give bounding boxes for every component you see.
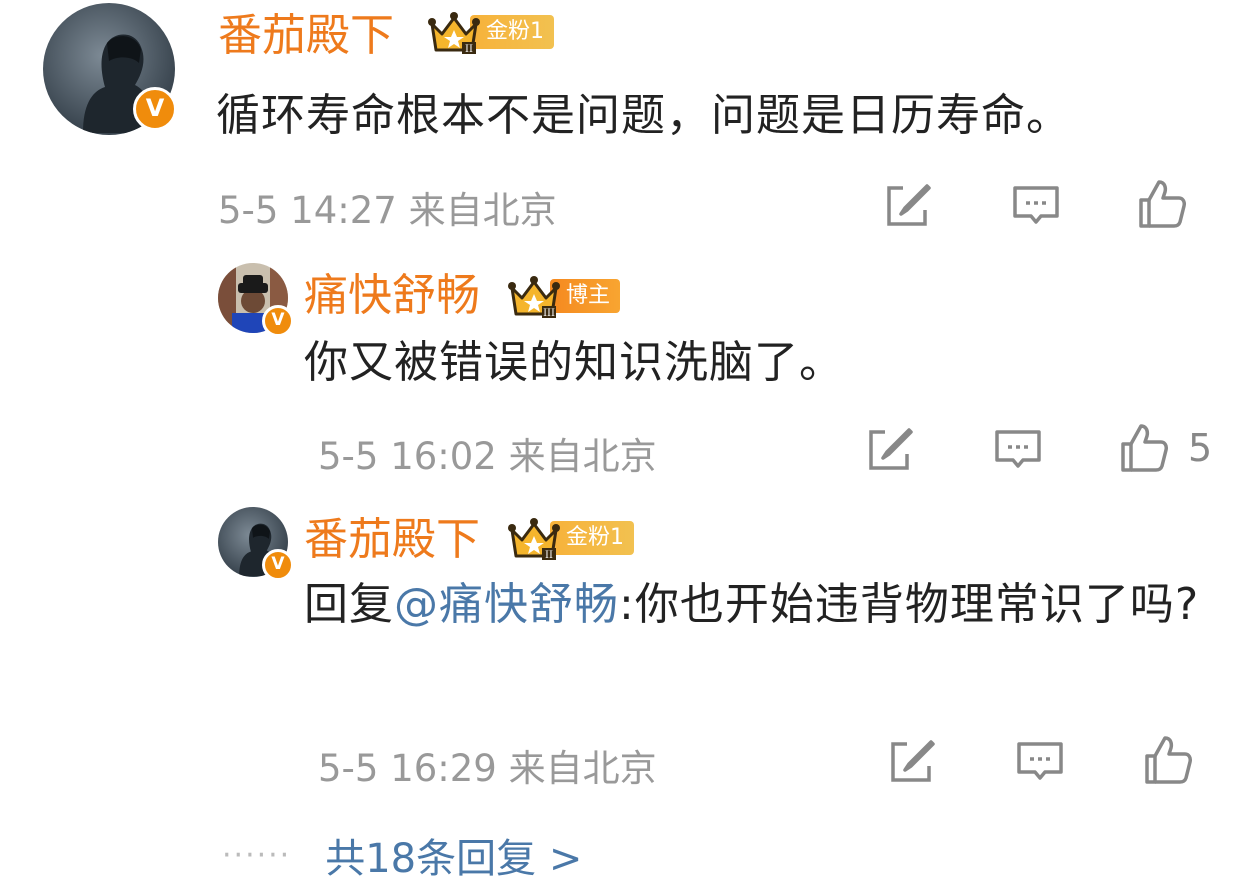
svg-text:III: III bbox=[543, 308, 555, 318]
comment-text: 循环寿命根本不是问题，问题是日历寿命。 bbox=[216, 90, 1071, 141]
like-icon[interactable] bbox=[1141, 732, 1195, 786]
svg-text:II: II bbox=[465, 44, 473, 54]
verified-icon: V bbox=[133, 87, 177, 131]
comment-thread: V 番茄殿下 II 金粉1 循环寿命根本不是问题，问题是日历寿命。 5-5 14… bbox=[0, 0, 1260, 890]
more-replies[interactable]: ······ 共18条回复 > bbox=[222, 826, 582, 884]
share-icon[interactable] bbox=[885, 734, 939, 788]
share-icon[interactable] bbox=[881, 178, 935, 232]
like-icon[interactable] bbox=[1117, 420, 1171, 474]
reply-username[interactable]: 番茄殿下 bbox=[304, 518, 480, 562]
fan-badge[interactable]: III 博主 bbox=[508, 276, 621, 318]
reply-meta: 5-5 16:02 来自北京 bbox=[318, 426, 657, 480]
comment-icon[interactable] bbox=[1013, 734, 1067, 788]
reply-time: 5-5 16:02 bbox=[318, 435, 497, 478]
like-icon[interactable] bbox=[1135, 176, 1189, 230]
more-dots: ······ bbox=[222, 837, 292, 873]
like-count: 5 bbox=[1188, 426, 1213, 470]
share-icon[interactable] bbox=[863, 422, 917, 476]
comment-icon[interactable] bbox=[991, 422, 1045, 476]
fan-badge-label: 金粉1 bbox=[470, 15, 554, 49]
reply-text: 你又被错误的知识洗脑了。 bbox=[304, 337, 844, 388]
avatar[interactable]: V bbox=[43, 3, 177, 135]
avatar[interactable]: V bbox=[218, 263, 294, 337]
fan-badge-label: 博主 bbox=[550, 279, 621, 313]
verified-icon: V bbox=[262, 305, 294, 337]
reply-username[interactable]: 痛快舒畅 bbox=[304, 274, 480, 318]
avatar[interactable]: V bbox=[218, 507, 294, 581]
comment-icon[interactable] bbox=[1009, 178, 1063, 232]
mention-link[interactable]: @痛快舒畅 bbox=[394, 579, 619, 630]
crown-icon: II bbox=[428, 12, 480, 54]
fan-badge[interactable]: II 金粉1 bbox=[428, 12, 554, 54]
comment-meta: 5-5 14:27 来自北京 bbox=[218, 180, 557, 234]
svg-text:II: II bbox=[545, 550, 553, 560]
fan-badge-label: 金粉1 bbox=[550, 521, 634, 555]
comment-location: 来自北京 bbox=[408, 189, 557, 232]
verified-icon: V bbox=[262, 549, 294, 581]
reply-body: :你也开始违背物理常识了吗? bbox=[619, 579, 1200, 630]
reply-time: 5-5 16:29 bbox=[318, 747, 497, 790]
reply-location: 来自北京 bbox=[508, 435, 657, 478]
reply-prefix: 回复 bbox=[304, 579, 394, 630]
crown-icon: II bbox=[508, 518, 560, 560]
fan-badge[interactable]: II 金粉1 bbox=[508, 518, 634, 560]
reply-meta: 5-5 16:29 来自北京 bbox=[318, 738, 657, 792]
comment-username[interactable]: 番茄殿下 bbox=[218, 14, 394, 58]
reply-location: 来自北京 bbox=[508, 747, 657, 790]
reply-text: 回复@痛快舒畅:你也开始违背物理常识了吗? bbox=[304, 572, 1204, 638]
more-replies-link[interactable]: 共18条回复 > bbox=[325, 826, 582, 884]
crown-icon: III bbox=[508, 276, 560, 318]
comment-time: 5-5 14:27 bbox=[218, 189, 397, 232]
